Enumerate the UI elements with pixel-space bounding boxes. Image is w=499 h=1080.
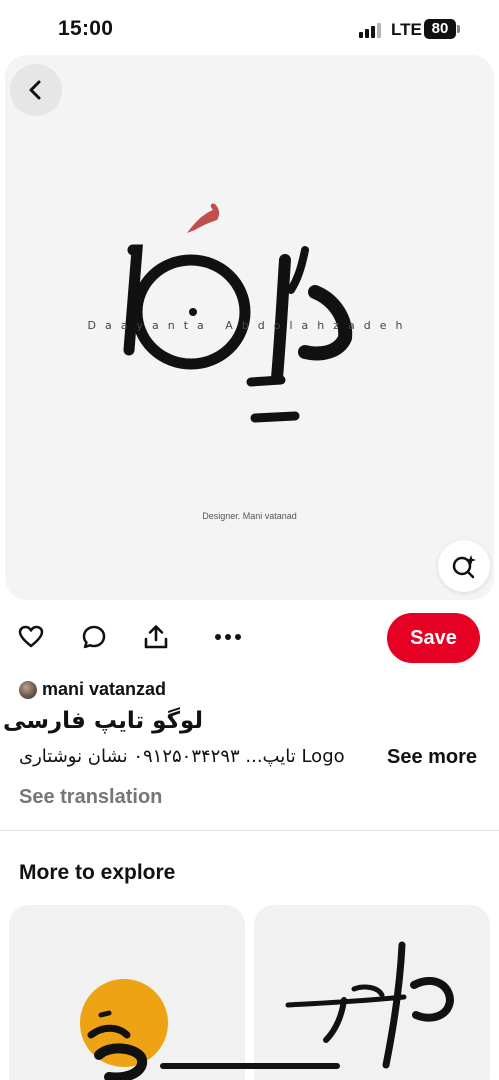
share-icon bbox=[144, 625, 168, 649]
like-button[interactable] bbox=[17, 623, 45, 651]
see-translation-link[interactable]: See translation bbox=[19, 786, 162, 809]
status-bar: 15:00 LTE 80 bbox=[0, 0, 499, 56]
action-bar: Save bbox=[0, 606, 499, 670]
signal-icon bbox=[359, 22, 383, 38]
battery-icon: 80 bbox=[424, 19, 456, 39]
pin-description: Logo تایپ... ۰۹۱۲۵۰۳۴۲۹۳ نشان نوشتاری bbox=[19, 746, 345, 767]
explore-pin-2[interactable] bbox=[254, 905, 490, 1080]
avatar bbox=[19, 680, 37, 699]
thumbnail-logo-art bbox=[285, 941, 455, 1069]
explore-heading: More to explore bbox=[19, 861, 176, 884]
back-button[interactable] bbox=[10, 64, 62, 116]
explore-pin-1[interactable] bbox=[9, 905, 245, 1080]
save-button[interactable]: Save bbox=[387, 613, 480, 663]
more-icon bbox=[215, 634, 241, 640]
designer-credit: Designer. Mani vatanad bbox=[202, 511, 297, 521]
share-button[interactable] bbox=[142, 623, 170, 651]
thumbnail-logo-art bbox=[80, 979, 168, 1080]
chevron-left-icon bbox=[29, 80, 41, 100]
logo-artwork bbox=[123, 203, 353, 423]
visual-search-button[interactable] bbox=[438, 540, 490, 592]
lens-search-icon bbox=[452, 555, 476, 579]
logo-caption: Daayanta Abdolahzadeh bbox=[87, 319, 412, 332]
pin-image[interactable]: Daayanta Abdolahzadeh Designer. Mani vat… bbox=[5, 55, 494, 600]
status-time: 15:00 bbox=[58, 17, 114, 40]
comment-icon bbox=[82, 625, 106, 649]
more-options-button[interactable] bbox=[214, 623, 242, 651]
see-more-link[interactable]: See more bbox=[383, 746, 478, 769]
network-label: LTE bbox=[391, 20, 422, 39]
home-indicator bbox=[160, 1063, 340, 1069]
pin-title: لوگو تایپ فارسی bbox=[3, 708, 203, 734]
creator-link[interactable]: mani vatanzad bbox=[19, 679, 166, 700]
divider bbox=[0, 830, 499, 831]
comment-button[interactable] bbox=[80, 623, 108, 651]
creator-name: mani vatanzad bbox=[42, 679, 167, 699]
battery-tip bbox=[457, 25, 460, 33]
heart-icon bbox=[18, 625, 44, 648]
